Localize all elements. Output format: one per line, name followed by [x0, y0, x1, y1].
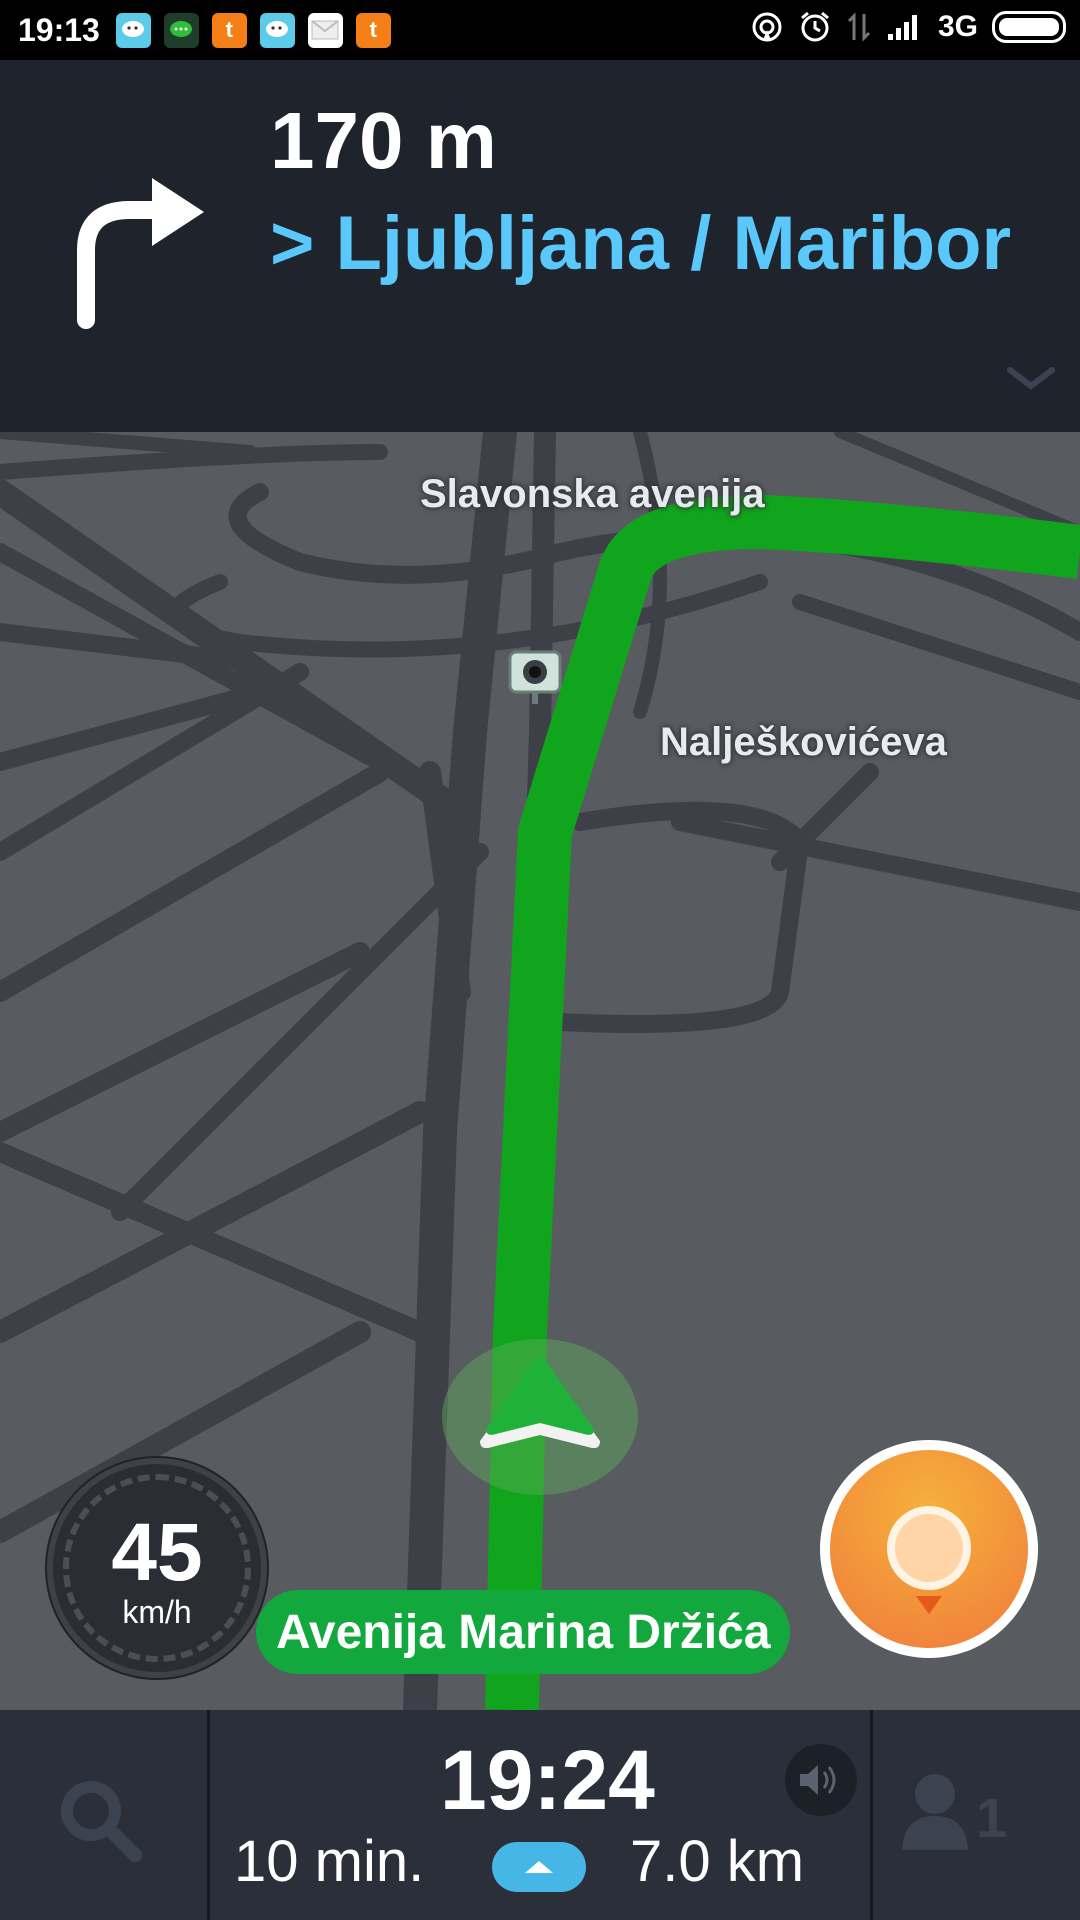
network-type: 3G — [937, 10, 978, 43]
expand-trip-button[interactable] — [492, 1842, 586, 1892]
alarm-icon — [801, 11, 829, 42]
mail-icon — [307, 12, 343, 48]
turn-direction: > Ljubljana / Maribor — [270, 201, 1012, 286]
chevron-up-icon — [525, 1861, 553, 1873]
t-icon: t — [355, 12, 391, 48]
report-pin-icon — [887, 1506, 971, 1614]
speed-value: 45 — [111, 1506, 203, 1598]
divider-left — [207, 1710, 210, 1920]
turn-distance: 170 m — [270, 96, 497, 185]
signal-icon — [887, 15, 917, 40]
eta-time[interactable]: 19:24 — [440, 1732, 655, 1829]
user-icon — [902, 1774, 968, 1850]
status-bar: 19:13 t t 3G — [0, 0, 1080, 60]
sound-button[interactable] — [785, 1744, 857, 1816]
waze-icon — [259, 12, 295, 48]
notification-icons: t t — [115, 12, 391, 48]
speedometer: 45 km/h — [47, 1458, 267, 1678]
hotspot-icon — [752, 12, 782, 42]
search-button[interactable] — [40, 1760, 160, 1880]
t-letter: t — [369, 17, 377, 42]
search-icon — [61, 1781, 142, 1862]
speed-camera-icon[interactable] — [508, 650, 562, 710]
turn-right-icon — [77, 178, 204, 329]
waze-icon — [115, 12, 151, 48]
status-time: 19:13 — [18, 11, 100, 48]
bottom-bar: 19:24 10 min. 7.0 km 1 — [0, 1710, 1080, 1920]
chevron-down-icon[interactable] — [1006, 366, 1056, 392]
wazers-count: 1 — [976, 1786, 1008, 1849]
turn-instruction-panel[interactable]: 170 m > Ljubljana / Maribor — [0, 60, 1080, 432]
data-transfer-icon — [847, 12, 871, 42]
trip-distance: 7.0 km — [630, 1829, 805, 1894]
t-letter: t — [225, 17, 233, 42]
speaker-icon — [800, 1765, 836, 1795]
speed-unit: km/h — [122, 1593, 192, 1630]
current-street-label: Avenija Marina Držića — [256, 1590, 791, 1674]
divider-right — [870, 1710, 873, 1920]
position-arrow-icon — [442, 1339, 638, 1495]
chat-icon — [163, 12, 199, 48]
map-label-slavonska: Slavonska avenija — [420, 472, 765, 516]
trip-duration: 10 min. — [234, 1829, 425, 1894]
wazers-button[interactable]: 1 — [900, 1770, 1007, 1850]
status-indicators: 3G — [750, 10, 1066, 44]
map-label-naljeskoviceva: Nalješkovićeva — [660, 720, 947, 764]
report-button[interactable] — [820, 1440, 1038, 1658]
battery-icon — [992, 11, 1066, 43]
t-icon: t — [211, 12, 247, 48]
report-button-face — [830, 1450, 1028, 1648]
